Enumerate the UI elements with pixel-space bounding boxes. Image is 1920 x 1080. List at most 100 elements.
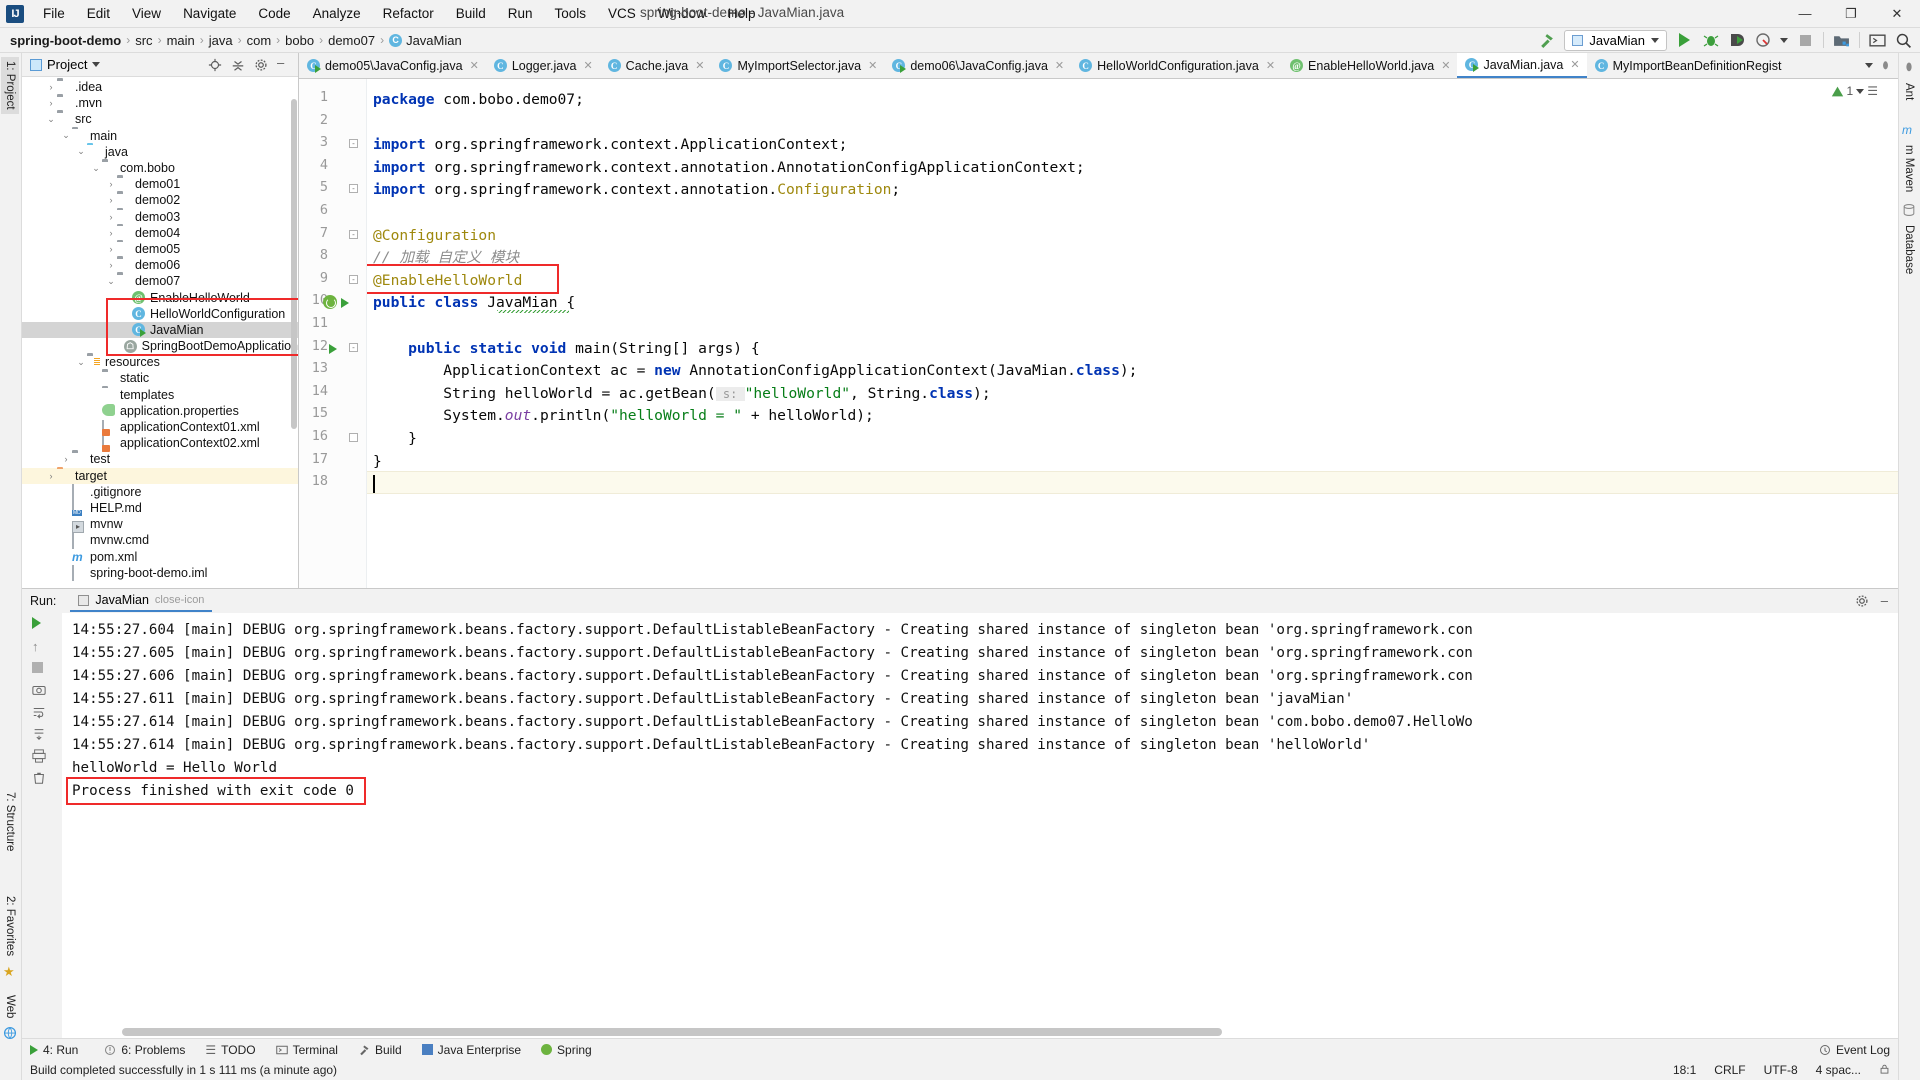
tree-expand-arrow[interactable]: › [45, 98, 57, 108]
tree-expand-arrow[interactable]: › [105, 260, 117, 270]
profiler-icon[interactable] [1754, 32, 1771, 49]
close-icon[interactable]: ✕ [1266, 59, 1275, 72]
breadcrumb-java[interactable]: java [209, 33, 233, 48]
editor-tab[interactable]: CJavaMian.java✕ [1457, 53, 1586, 78]
tree-node[interactable]: ›.idea [22, 79, 298, 95]
indent-setting[interactable]: 4 spac... [1816, 1063, 1861, 1077]
update-project-icon[interactable] [1833, 32, 1850, 49]
tree-expand-arrow[interactable]: ⌄ [90, 163, 102, 174]
code-fold-marker[interactable]: - [349, 343, 358, 352]
menu-build[interactable]: Build [445, 3, 497, 24]
scroll-up-icon[interactable]: ↑ [32, 639, 48, 655]
tree-expand-arrow[interactable]: ⌄ [60, 130, 72, 141]
inspection-status[interactable]: 1 ☰ [1831, 84, 1878, 98]
run-configuration-selector[interactable]: JavaMian [1564, 30, 1667, 51]
line-separator[interactable]: CRLF [1714, 1063, 1745, 1077]
menu-edit[interactable]: Edit [76, 3, 121, 24]
tree-expand-arrow[interactable]: › [105, 195, 117, 205]
status-todo[interactable]: ☰ TODO [205, 1043, 255, 1057]
sidebar-item-maven[interactable]: m Maven [1900, 141, 1918, 196]
tree-expand-arrow[interactable]: ⌄ [45, 114, 57, 125]
menu-file[interactable]: File [32, 3, 76, 24]
tree-node[interactable]: applicationContext01.xml [22, 419, 298, 435]
code-fold-marker[interactable]: - [349, 275, 358, 284]
close-icon[interactable]: ✕ [1441, 59, 1450, 72]
tree-node[interactable]: ›demo02 [22, 192, 298, 208]
close-icon[interactable]: ✕ [470, 59, 479, 72]
tree-node[interactable]: ▸mvnw [22, 516, 298, 532]
tree-node[interactable]: mvnw.cmd [22, 532, 298, 548]
status-build[interactable]: Build [358, 1043, 402, 1057]
chevron-down-icon[interactable] [1780, 38, 1788, 43]
code-text-area[interactable]: package com.bobo.demo07;import org.sprin… [367, 79, 1898, 588]
stop-icon[interactable] [32, 661, 48, 677]
tree-expand-arrow[interactable]: › [105, 212, 117, 222]
settings-gear-icon[interactable] [254, 58, 268, 72]
locate-icon[interactable] [208, 58, 222, 72]
tree-node[interactable]: ›demo03 [22, 209, 298, 225]
project-tree-scrollbar[interactable] [291, 99, 297, 429]
menu-refactor[interactable]: Refactor [372, 3, 445, 24]
code-fold-marker[interactable]: - [349, 230, 358, 239]
sidebar-item-favorites[interactable]: 2: Favorites [1, 892, 19, 960]
close-icon[interactable]: ✕ [695, 59, 704, 72]
close-icon[interactable]: ✕ [1570, 58, 1579, 71]
tree-node[interactable]: ›test [22, 451, 298, 467]
menu-run[interactable]: Run [497, 3, 544, 24]
scroll-down-icon[interactable] [32, 727, 48, 743]
run-tab-javamian[interactable]: JavaMian close-icon [70, 590, 212, 612]
status-java-enterprise[interactable]: Java Enterprise [422, 1043, 521, 1057]
tree-expand-arrow[interactable]: ⌄ [75, 146, 87, 157]
console-horizontal-scrollbar[interactable] [122, 1028, 1222, 1036]
status-problems[interactable]: 6: Problems [104, 1043, 185, 1057]
menu-analyze[interactable]: Analyze [302, 3, 372, 24]
tree-node[interactable]: application.properties [22, 403, 298, 419]
sidebar-item-project[interactable]: 1: Project [1, 57, 19, 114]
breadcrumb-javamian[interactable]: C JavaMian [389, 33, 462, 48]
close-icon[interactable]: ✕ [868, 59, 877, 72]
sidebar-item-structure[interactable]: 7: Structure [1, 788, 19, 855]
project-pane-title[interactable]: Project [30, 57, 100, 72]
spring-bean-gutter-icon[interactable] [323, 295, 337, 309]
lock-icon[interactable] [1879, 1063, 1890, 1078]
run-play-icon[interactable] [1676, 32, 1693, 49]
editor-tab[interactable]: @EnableHelloWorld.java✕ [1282, 53, 1457, 78]
tree-node[interactable]: applicationContext02.xml [22, 435, 298, 451]
code-editor[interactable]: 123456789101112131415161718----- package… [299, 79, 1898, 588]
stop-icon[interactable] [1797, 32, 1814, 49]
menu-code[interactable]: Code [247, 3, 301, 24]
tree-expand-arrow[interactable]: › [105, 179, 117, 189]
tree-expand-arrow[interactable]: › [105, 244, 117, 254]
tree-node[interactable]: ⌄com.bobo [22, 160, 298, 176]
minimize-button[interactable]: — [1782, 0, 1828, 28]
breadcrumb-demo07[interactable]: demo07 [328, 33, 375, 48]
tree-node[interactable]: ⌄src [22, 111, 298, 127]
editor-tab[interactable]: CLogger.java✕ [486, 53, 600, 78]
chevron-down-icon[interactable] [92, 62, 100, 67]
sidebar-item-database[interactable]: Database [1900, 221, 1918, 278]
code-fold-marker[interactable]: - [349, 139, 358, 148]
run-with-coverage-icon[interactable] [1728, 32, 1745, 49]
tree-node[interactable]: ⌄demo07 [22, 273, 298, 289]
collapse-all-icon[interactable] [231, 58, 245, 72]
menu-view[interactable]: View [121, 3, 172, 24]
trash-icon[interactable] [32, 771, 48, 787]
tree-node[interactable]: ⌄java [22, 144, 298, 160]
code-fold-marker[interactable]: - [349, 184, 358, 193]
run-main-gutter-icon[interactable] [329, 344, 337, 354]
breadcrumb-src[interactable]: src [135, 33, 152, 48]
tree-node[interactable]: ›demo05 [22, 241, 298, 257]
camera-icon[interactable] [32, 683, 48, 699]
soft-wrap-icon[interactable] [32, 705, 48, 721]
tree-node[interactable]: static [22, 370, 298, 386]
tree-node[interactable]: ⌄main [22, 128, 298, 144]
tree-expand-arrow[interactable]: ⌄ [105, 276, 117, 287]
breadcrumb-main[interactable]: main [167, 33, 195, 48]
tree-expand-arrow[interactable]: ⌄ [75, 357, 87, 368]
editor-tab[interactable]: CMyImportBeanDefinitionRegist [1587, 53, 1789, 78]
close-icon[interactable]: close-icon [155, 594, 205, 606]
code-fold-marker[interactable] [349, 433, 358, 442]
tree-node[interactable]: ⌄resources [22, 354, 298, 370]
terminal-icon[interactable] [1869, 32, 1886, 49]
editor-gutter[interactable]: 123456789101112131415161718----- [299, 79, 367, 588]
